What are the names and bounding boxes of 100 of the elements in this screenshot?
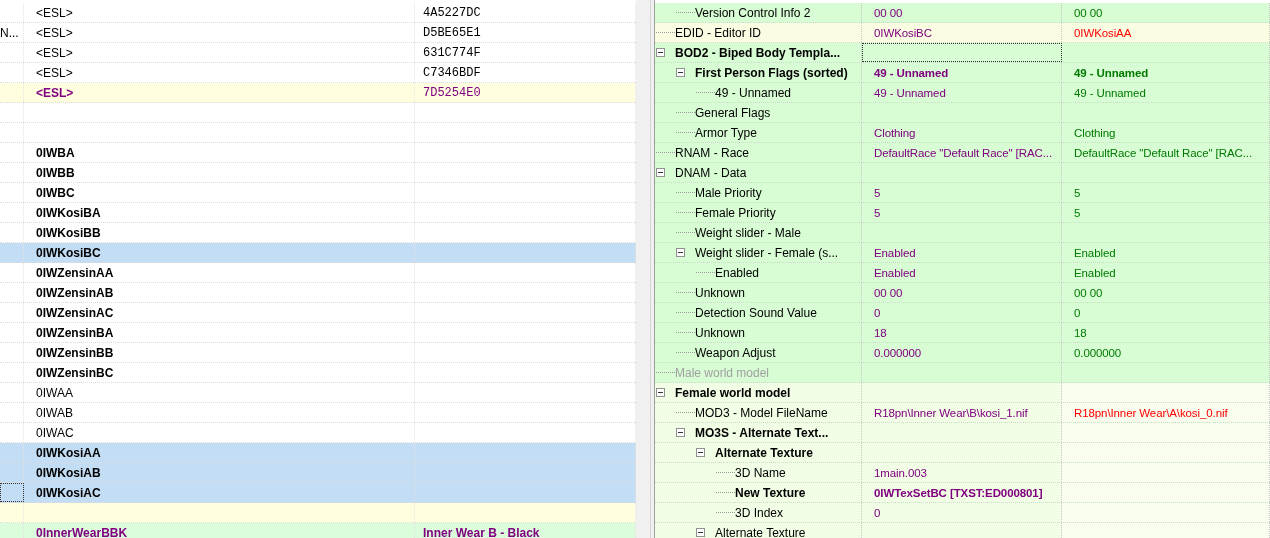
table-row[interactable]: 0IWBA: [0, 143, 636, 163]
tree-row[interactable]: RNAM - Race DefaultRace "Default Race" [RAC... DefaultRace "Default Race" [RAC...: [655, 143, 1270, 163]
tree-row[interactable]: 3D Name 1main.003: [655, 463, 1270, 483]
table-row[interactable]: 0IWBB: [0, 163, 636, 183]
table-row[interactable]: <ESL> 631C774F: [0, 43, 636, 63]
collapse-icon[interactable]: [656, 48, 665, 57]
table-row[interactable]: <ESL> 4A5227DC: [0, 3, 636, 23]
table-row[interactable]: 0IWZensinAC: [0, 303, 636, 323]
tree-row[interactable]: Female Priority 5 5: [655, 203, 1270, 223]
table-row[interactable]: 0IWZensinAA: [0, 263, 636, 283]
tree-label: RNAM - Race: [675, 145, 749, 160]
tree-row[interactable]: Alternate Texture: [655, 523, 1270, 538]
scrollbar[interactable]: [636, 0, 650, 538]
collapse-icon[interactable]: [696, 528, 705, 537]
table-row[interactable]: N... <ESL> D5BE65E1: [0, 23, 636, 43]
table-row[interactable]: 0IWAC: [0, 423, 636, 443]
table-cell: <ESL>: [24, 43, 415, 62]
tree-row[interactable]: Weight slider - Female (s... Enabled Enabled: [655, 243, 1270, 263]
table-row[interactable]: 0IWBC: [0, 183, 636, 203]
tree-row[interactable]: First Person Flags (sorted) 49 - Unnamed 49 - Unnamed: [655, 63, 1270, 83]
table-cell: <ESL>: [24, 23, 415, 42]
collapse-icon[interactable]: [696, 448, 705, 457]
tree-row[interactable]: Armor Type Clothing Clothing: [655, 123, 1270, 143]
table-cell: <ESL>: [24, 63, 415, 82]
tree-row[interactable]: MOD3 - Model FileName R18pn\Inner Wear\B\kosi_1.nif R18pn\Inner Wear\A\kosi_0.nif: [655, 403, 1270, 423]
tree-label: Unknown: [695, 285, 746, 300]
collapse-icon[interactable]: [676, 68, 685, 77]
table-cell: 0IWKosiBA: [24, 203, 415, 222]
table-cell: 0IWZensinBC: [24, 363, 415, 382]
table-row[interactable]: 0IWAA: [0, 383, 636, 403]
table-cell: 0IWKosiBB: [24, 223, 415, 242]
tree-label: Female world model: [675, 385, 791, 400]
table-row[interactable]: 0IWKosiBC: [0, 243, 636, 263]
table-row[interactable]: 0IWZensinBC: [0, 363, 636, 383]
table-cell: 0InnerWearBBK: [24, 523, 415, 538]
tree-row[interactable]: Unknown 00 00 00 00: [655, 283, 1270, 303]
tree-row[interactable]: Weight slider - Male: [655, 223, 1270, 243]
tree-label: Version Control Info 2: [695, 5, 811, 20]
table-row[interactable]: 0IWKosiAC: [0, 483, 636, 503]
tree-label: Female Priority: [695, 205, 776, 220]
tree-row[interactable]: Enabled Enabled Enabled: [655, 263, 1270, 283]
tree-row[interactable]: General Flags: [655, 103, 1270, 123]
tree-row[interactable]: Detection Sound Value 0 0: [655, 303, 1270, 323]
table-row[interactable]: 0IWKosiAB: [0, 463, 636, 483]
tree-row[interactable]: 3D Index 0: [655, 503, 1270, 523]
collapse-icon[interactable]: [676, 248, 685, 257]
collapse-icon[interactable]: [656, 388, 665, 397]
table-cell: 0IWKosiBC: [24, 243, 415, 262]
table-cell: <ESL>: [24, 83, 415, 102]
table-row[interactable]: 0IWZensinBB: [0, 343, 636, 363]
table-cell: 0IWKosiAB: [24, 463, 415, 482]
table-row[interactable]: 0IWAB: [0, 403, 636, 423]
tree-row[interactable]: Female world model: [655, 383, 1270, 403]
tree-row[interactable]: New Texture 0IWTexSetBC [TXST:ED000801]: [655, 483, 1270, 503]
table-row[interactable]: 0IWZensinAB: [0, 283, 636, 303]
tree-label: 49 - Unnamed: [715, 85, 792, 100]
table-cell: 0IWZensinBB: [24, 343, 415, 362]
table-cell: 0IWBC: [24, 183, 415, 202]
tree-row[interactable]: Male Priority 5 5: [655, 183, 1270, 203]
table-row[interactable]: 0IWKosiBA: [0, 203, 636, 223]
tree-label: 3D Index: [735, 505, 784, 520]
value-cell: R18pn\Inner Wear\A\kosi_0.nif: [1062, 403, 1270, 422]
tree-label: Alternate Texture: [715, 445, 813, 460]
tree-label: New Texture: [735, 485, 806, 500]
tree-row[interactable]: MO3S - Alternate Text...: [655, 423, 1270, 443]
table-cell: 0IWBA: [24, 143, 415, 162]
tree-label: MOD3 - Model FileName: [695, 405, 828, 420]
tree-label: Male world model: [675, 365, 770, 380]
tree-label: EDID - Editor ID: [675, 25, 761, 40]
table-cell: 0IWZensinAC: [24, 303, 415, 322]
tree-row[interactable]: Version Control Info 2 00 00 00 00: [655, 3, 1270, 23]
tree-label: 3D Name: [735, 465, 786, 480]
tree-row[interactable]: Alternate Texture: [655, 443, 1270, 463]
table-cell: 0IWZensinBA: [24, 323, 415, 342]
tree-label: BOD2 - Biped Body Templa...: [675, 45, 841, 60]
tree-row[interactable]: Unknown 18 18: [655, 323, 1270, 343]
collapse-icon[interactable]: [656, 168, 665, 177]
tree-label: MO3S - Alternate Text...: [695, 425, 829, 440]
table-row[interactable]: 0IWKosiBB: [0, 223, 636, 243]
table-cell: <ESL>: [24, 3, 415, 22]
tree-label: Armor Type: [695, 125, 757, 140]
tree-row[interactable]: Weapon Adjust 0.000000 0.000000: [655, 343, 1270, 363]
collapse-icon[interactable]: [676, 428, 685, 437]
tree-label: Weight slider - Female (s...: [695, 245, 839, 260]
table-cell: 0IWAA: [24, 383, 415, 402]
table-row[interactable]: 0IWKosiAA: [0, 443, 636, 463]
tree-label: Alternate Texture: [715, 525, 806, 538]
tree-row[interactable]: 49 - Unnamed 49 - Unnamed 49 - Unnamed: [655, 83, 1270, 103]
table-row[interactable]: <ESL> 7D5254E0: [0, 83, 636, 103]
table-row[interactable]: 0InnerWearBBK Inner Wear B - Black: [0, 523, 636, 538]
table-cell: 0IWAB: [24, 403, 415, 422]
table-row[interactable]: 0IWZensinBA: [0, 323, 636, 343]
tree-row[interactable]: DNAM - Data: [655, 163, 1270, 183]
tree-label: General Flags: [695, 105, 771, 120]
tree-label: Weapon Adjust: [695, 345, 776, 360]
table-cell: 0IWBB: [24, 163, 415, 182]
table-cell: 0IWKosiAA: [24, 443, 415, 462]
tree-row[interactable]: EDID - Editor ID 0IWKosiBC 0IWKosiAA: [655, 23, 1270, 43]
table-row[interactable]: <ESL> C7346BDF: [0, 63, 636, 83]
tree-row[interactable]: BOD2 - Biped Body Templa...: [655, 43, 1270, 63]
